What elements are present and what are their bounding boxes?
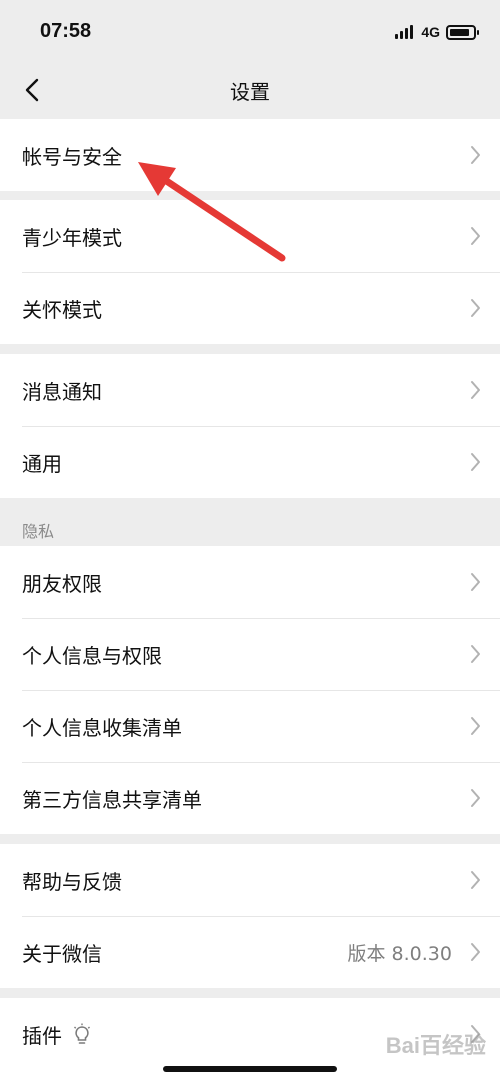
battery-icon bbox=[446, 24, 479, 40]
settings-item-label: 帐号与安全 bbox=[22, 144, 122, 169]
chevron-right-icon bbox=[471, 789, 480, 807]
settings-item-label: 个人信息收集清单 bbox=[22, 715, 182, 740]
settings-item-label: 关于微信 bbox=[22, 941, 102, 966]
home-indicator[interactable] bbox=[163, 1066, 337, 1072]
section-header-privacy: 隐私 bbox=[22, 522, 55, 541]
settings-item-label: 消息通知 bbox=[22, 379, 102, 404]
settings-item-info-collection-list[interactable]: 个人信息收集清单 bbox=[0, 690, 500, 762]
settings-item-label: 朋友权限 bbox=[22, 571, 102, 596]
about-group: 帮助与反馈 关于微信 版本 8.0.30 bbox=[0, 844, 500, 988]
chevron-right-icon bbox=[471, 381, 480, 399]
lightbulb-icon bbox=[72, 1023, 92, 1045]
modes-group: 青少年模式 关怀模式 bbox=[0, 200, 500, 344]
settings-item-label: 帮助与反馈 bbox=[22, 869, 122, 894]
settings-item-label: 个人信息与权限 bbox=[22, 643, 162, 668]
chevron-right-icon bbox=[471, 299, 480, 317]
chevron-right-icon bbox=[471, 645, 480, 663]
chevron-right-icon bbox=[471, 871, 480, 889]
settings-item-teen-mode[interactable]: 青少年模式 bbox=[0, 200, 500, 272]
status-indicators: 4G bbox=[395, 20, 479, 44]
settings-item-personal-info-permissions[interactable]: 个人信息与权限 bbox=[0, 618, 500, 690]
chevron-right-icon bbox=[471, 146, 480, 164]
settings-item-friend-permissions[interactable]: 朋友权限 bbox=[0, 546, 500, 618]
status-bar: 07:58 4G bbox=[0, 0, 500, 64]
account-group: 帐号与安全 bbox=[0, 119, 500, 191]
settings-item-about-wechat[interactable]: 关于微信 版本 8.0.30 bbox=[0, 916, 500, 988]
settings-item-label: 通用 bbox=[22, 451, 62, 476]
version-value: 版本 8.0.30 bbox=[347, 942, 452, 965]
battery-level bbox=[450, 28, 469, 36]
page-title: 设置 bbox=[230, 80, 270, 104]
settings-item-account-security[interactable]: 帐号与安全 bbox=[0, 119, 500, 191]
settings-item-third-party-sharing-list[interactable]: 第三方信息共享清单 bbox=[0, 762, 500, 834]
settings-item-label: 插件 bbox=[22, 1023, 62, 1048]
privacy-group: 朋友权限 个人信息与权限 个人信息收集清单 第三方信息共享清单 bbox=[0, 546, 500, 834]
chevron-right-icon bbox=[471, 943, 480, 961]
signal-icon bbox=[395, 25, 414, 39]
watermark: Bai百经验 bbox=[385, 1033, 486, 1058]
chevron-right-icon bbox=[471, 453, 480, 471]
settings-item-care-mode[interactable]: 关怀模式 bbox=[0, 272, 500, 344]
nav-bar: 设置 bbox=[0, 64, 500, 116]
general-group: 消息通知 通用 bbox=[0, 354, 500, 498]
chevron-right-icon bbox=[471, 717, 480, 735]
settings-item-label: 青少年模式 bbox=[22, 225, 122, 250]
settings-item-general[interactable]: 通用 bbox=[0, 426, 500, 498]
settings-item-label: 关怀模式 bbox=[22, 297, 102, 322]
chevron-right-icon bbox=[471, 573, 480, 591]
settings-item-notifications[interactable]: 消息通知 bbox=[0, 354, 500, 426]
settings-item-help-feedback[interactable]: 帮助与反馈 bbox=[0, 844, 500, 916]
settings-item-label: 第三方信息共享清单 bbox=[22, 787, 202, 812]
status-time: 07:58 bbox=[40, 20, 92, 42]
network-type: 4G bbox=[421, 24, 440, 40]
chevron-right-icon bbox=[471, 227, 480, 245]
